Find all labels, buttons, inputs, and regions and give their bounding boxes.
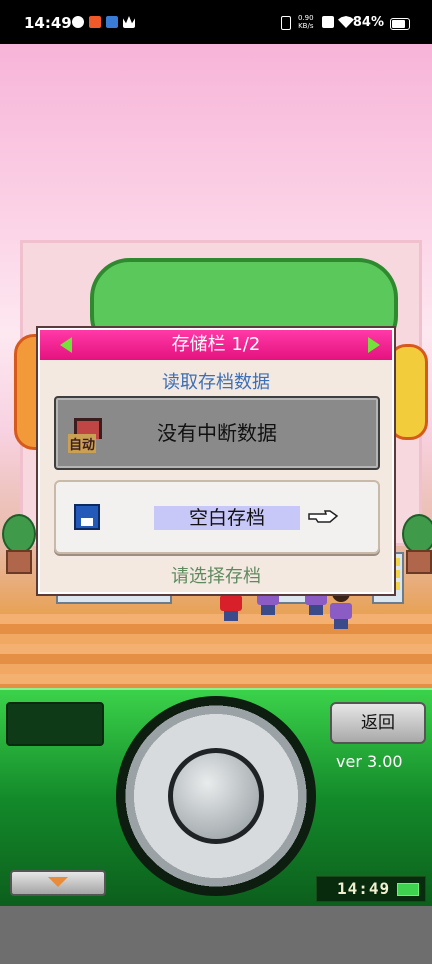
app-icon-1	[72, 16, 84, 28]
select-save-label: 请选择存档	[171, 566, 261, 587]
controller-display	[6, 702, 104, 746]
network-speed: 0.90 KB/s	[298, 14, 314, 30]
net-speed-unit: KB/s	[298, 22, 314, 30]
battery-percent: 84%	[352, 15, 384, 30]
potted-plant	[0, 514, 36, 574]
battery-icon	[390, 18, 410, 30]
dialog-title: 存储栏 1/2	[171, 334, 261, 355]
dpad[interactable]	[116, 696, 316, 896]
blank-save-slot-text: 空白存档	[154, 506, 300, 530]
status-bar: 14:49 0.90 KB/s 84%	[0, 0, 432, 44]
wifi-icon	[338, 16, 354, 28]
game-clock: 14:49	[316, 876, 426, 902]
load-data-label: 读取存档数据	[162, 372, 270, 393]
floor	[0, 614, 432, 688]
dialog-header: 存储栏 1/2	[40, 330, 392, 360]
controller-panel: 返回 ver 3.00 14:49	[0, 688, 432, 908]
status-time: 14:49	[24, 14, 72, 32]
blank-save-slot[interactable]: 空白存档	[54, 480, 380, 554]
bottom-bar	[0, 906, 432, 964]
auto-save-slot[interactable]: 自动 没有中断数据	[54, 396, 380, 470]
app-icon-3	[106, 16, 118, 28]
back-button[interactable]: 返回	[330, 702, 426, 744]
right-arrow-icon[interactable]	[368, 337, 380, 353]
game-clock-time: 14:49	[337, 879, 391, 898]
app-icon-2	[89, 16, 101, 28]
game-scene[interactable]: 存储栏 1/2 读取存档数据 自动 没有中断数据 空白存档 请选择存档	[0, 44, 432, 688]
data-off-icon	[322, 16, 334, 28]
net-speed-value: 0.90	[298, 14, 314, 22]
game-battery-icon	[397, 883, 419, 896]
crown-icon	[123, 16, 135, 28]
save-slot-dialog: 存储栏 1/2 读取存档数据 自动 没有中断数据 空白存档 请选择存档	[36, 326, 396, 596]
vibrate-icon	[281, 16, 291, 30]
auto-save-slot-text: 没有中断数据	[157, 421, 277, 445]
potted-plant	[400, 514, 432, 574]
pointing-hand-icon	[308, 510, 338, 523]
version-label: ver 3.00	[336, 752, 403, 771]
down-arrow-icon[interactable]	[10, 870, 106, 896]
save-disk-icon	[74, 504, 100, 530]
dpad-center-button[interactable]	[168, 748, 264, 844]
